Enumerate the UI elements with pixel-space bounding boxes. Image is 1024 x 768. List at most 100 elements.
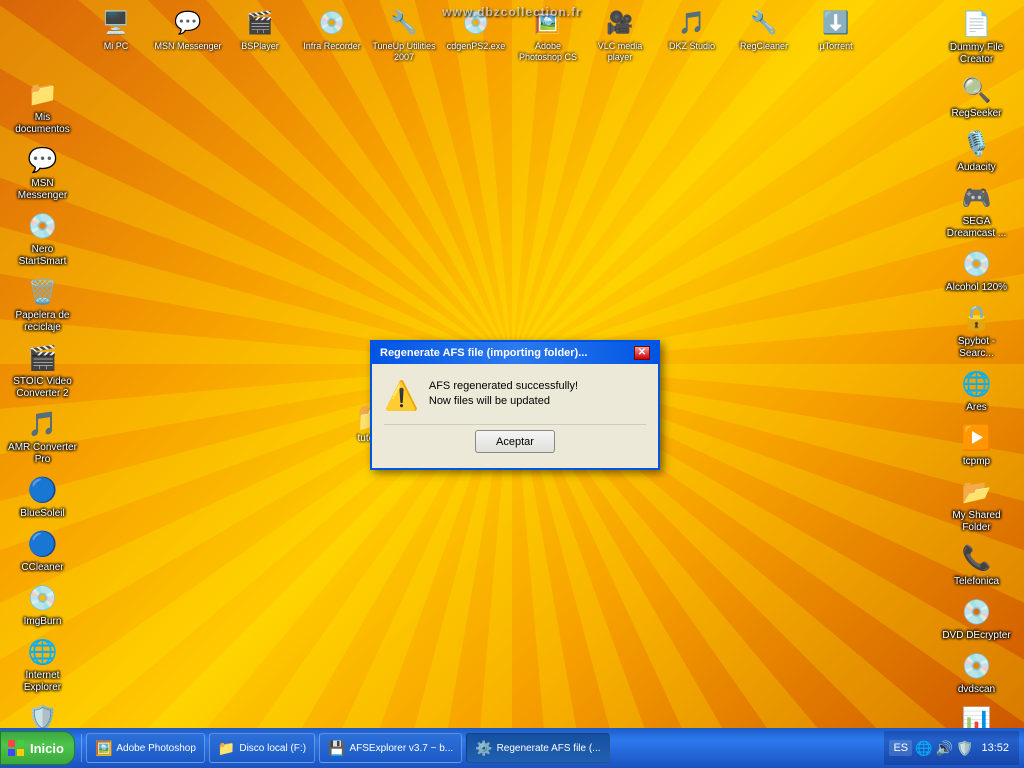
desktop-icon-ccleaner[interactable]: 🔵 CCleaner (5, 525, 80, 577)
regseeker-icon: 🔍 (961, 74, 993, 106)
desktop-icon-shared-folder[interactable]: 📂 My Shared Folder (939, 473, 1014, 537)
dialog-box: Regenerate AFS file (importing folder)..… (370, 340, 660, 470)
desktop-icon-ie[interactable]: 🌐 Internet Explorer (5, 633, 80, 697)
ie-icon: 🌐 (27, 636, 59, 668)
desktop-icon-ares[interactable]: 🌐 Ares (939, 365, 1014, 417)
imgburn-label: ImgBurn (24, 616, 62, 628)
regenerate-task-label: Regenerate AFS file (... (497, 743, 601, 754)
everest-icon: 📊 (961, 704, 993, 728)
tray-area: ES 🌐 🔊 🛡️ 13:52 (884, 731, 1019, 765)
desktop-icon-papelera[interactable]: 🗑️ Papelera de reciclaje (5, 273, 80, 337)
dvd-decrypter-label: DVD DEcrypter (942, 630, 1010, 642)
windows-logo-icon (6, 738, 26, 758)
afsexplorer-task-label: AFSExplorer v3.7 ~ b... (349, 743, 453, 754)
desktop-icon-ad-aware[interactable]: 🛡️ Ad-Aware (5, 699, 80, 728)
tuneup-label: TuneUp Utilities 2007 (370, 41, 438, 63)
taskbar-disco-local[interactable]: 📁 Disco local (F:) (209, 733, 315, 763)
taskbar-regenerate[interactable]: ⚙️ Regenerate AFS file (... (466, 733, 609, 763)
desktop-icon-amr[interactable]: 🎵 AMR Converter Pro (5, 405, 80, 469)
sega-label: SEGA Dreamcast ... (942, 216, 1011, 240)
desktop-icon-imgburn[interactable]: 💿 ImgBurn (5, 579, 80, 631)
photoshop-label: Adobe Photoshop CS (514, 41, 582, 63)
desktop-icon-msn-left[interactable]: 💬 MSN Messenger (5, 141, 80, 205)
warning-icon: ⚠️ (384, 379, 419, 412)
regseeker-label: RegSeeker (951, 108, 1001, 120)
telefonica-label: Telefonica (954, 576, 999, 588)
desktop-icon-mi-pc[interactable]: 🖥️ Mi PC (80, 5, 152, 65)
clock: 13:52 (976, 742, 1014, 754)
mi-pc-label: Mi PC (104, 41, 129, 52)
dkz-label: DKZ Studio (669, 41, 715, 52)
desktop-icon-tcpmp[interactable]: ▶️ tcpmp (939, 419, 1014, 471)
shared-folder-label: My Shared Folder (942, 510, 1011, 534)
desktop-icon-audacity[interactable]: 🎙️ Audacity (939, 125, 1014, 177)
bsplayer-label: BSPlayer (241, 41, 279, 52)
aceptar-button[interactable]: Aceptar (475, 430, 555, 453)
desktop-icon-alcohol[interactable]: 💿 Alcohol 120% (939, 245, 1014, 297)
dialog-message-line1: AFS regenerated successfully! (429, 379, 578, 394)
dvd-decrypter-icon: 💿 (961, 596, 993, 628)
cdgenps2-label: cdgenPS2.exe (447, 41, 506, 52)
desktop-icon-spybot[interactable]: 🔒 Spybot - Searc... (939, 299, 1014, 363)
desktop-icon-dummy[interactable]: 📄 Dummy File Creator (939, 5, 1014, 69)
dialog-content: ⚠️ AFS regenerated successfully! Now fil… (384, 379, 578, 412)
shared-folder-icon: 📂 (961, 476, 993, 508)
utorrent-icon: ⬇️ (820, 7, 852, 39)
desktop-icon-tuneup[interactable]: 🔧 TuneUp Utilities 2007 (368, 5, 440, 65)
imgburn-icon: 💿 (27, 582, 59, 614)
dialog-close-button[interactable]: ✕ (634, 346, 650, 360)
desktop-icon-bluesoleil[interactable]: 🔵 BlueSoleil (5, 471, 80, 523)
dummy-icon: 📄 (961, 8, 993, 40)
ares-icon: 🌐 (961, 368, 993, 400)
desktop-icon-dkz[interactable]: 🎵 DKZ Studio (656, 5, 728, 65)
desktop-icon-utorrent[interactable]: ⬇️ µTorrent (800, 5, 872, 65)
amr-icon: 🎵 (27, 408, 59, 440)
msn-left-label: MSN Messenger (8, 178, 77, 202)
mi-pc-icon: 🖥️ (100, 7, 132, 39)
afsexplorer-task-icon: 💾 (328, 740, 345, 757)
desktop-icon-sega[interactable]: 🎮 SEGA Dreamcast ... (939, 179, 1014, 243)
desktop-icon-stoic[interactable]: 🎬 STOIC Video Converter 2 (5, 339, 80, 403)
desktop-icon-regseeker[interactable]: 🔍 RegSeeker (939, 71, 1014, 123)
taskbar-afsexplorer[interactable]: 💾 AFSExplorer v3.7 ~ b... (319, 733, 462, 763)
desktop-icon-dvdscan[interactable]: 💿 dvdscan (939, 647, 1014, 699)
telefonica-icon: 📞 (961, 542, 993, 574)
mis-docs-icon: 📁 (27, 78, 59, 110)
watermark: www.dbzcollection.fr (442, 5, 582, 19)
sega-icon: 🎮 (961, 182, 993, 214)
dialog-title-text: Regenerate AFS file (importing folder)..… (380, 347, 587, 359)
desktop-icon-mis-docs[interactable]: 📁 Mis documentos (5, 75, 80, 139)
dkz-icon: 🎵 (676, 7, 708, 39)
desktop-icon-telefonica[interactable]: 📞 Telefonica (939, 539, 1014, 591)
regcleaner-icon: 🔧 (748, 7, 780, 39)
vlc-label: VLC media player (586, 41, 654, 63)
desktop-icon-dvd-decrypter[interactable]: 💿 DVD DEcrypter (939, 593, 1014, 645)
start-button[interactable]: Inicio (0, 731, 75, 765)
desktop-icon-everest[interactable]: 📊 EVEREST Home Edition (939, 701, 1014, 728)
msn-icon: 💬 (172, 7, 204, 39)
nero-label: Nero StartSmart (8, 244, 77, 268)
desktop-icon-nero[interactable]: 💿 Nero StartSmart (5, 207, 80, 271)
dvdscan-icon: 💿 (961, 650, 993, 682)
start-label: Inicio (30, 741, 64, 756)
bsplayer-icon: 🎬 (244, 7, 276, 39)
desktop-icon-infra[interactable]: 💿 Infra Recorder (296, 5, 368, 65)
audacity-label: Audacity (957, 162, 995, 174)
dialog-message: AFS regenerated successfully! Now files … (429, 379, 578, 410)
disco-local-task-label: Disco local (F:) (239, 743, 306, 754)
mis-docs-label: Mis documentos (8, 112, 77, 136)
desktop-icon-msn[interactable]: 💬 MSN Messenger (152, 5, 224, 65)
desktop-icon-bsplayer[interactable]: 🎬 BSPlayer (224, 5, 296, 65)
desktop-icon-regcleaner[interactable]: 🔧 RegCleaner (728, 5, 800, 65)
taskbar-right: ES 🌐 🔊 🛡️ 13:52 (884, 731, 1024, 765)
ares-label: Ares (966, 402, 987, 414)
spybot-label: Spybot - Searc... (942, 336, 1011, 360)
taskbar-photoshop[interactable]: 🖼️ Adobe Photoshop (86, 733, 205, 763)
amr-label: AMR Converter Pro (8, 442, 77, 466)
dialog-button-area: Aceptar (384, 424, 646, 458)
ccleaner-icon: 🔵 (27, 528, 59, 560)
regenerate-task-icon: ⚙️ (475, 740, 492, 757)
left-icons-column: 📁 Mis documentos 💬 MSN Messenger 💿 Nero … (0, 70, 80, 728)
vlc-icon: 🎥 (604, 7, 636, 39)
desktop-icon-vlc[interactable]: 🎥 VLC media player (584, 5, 656, 65)
